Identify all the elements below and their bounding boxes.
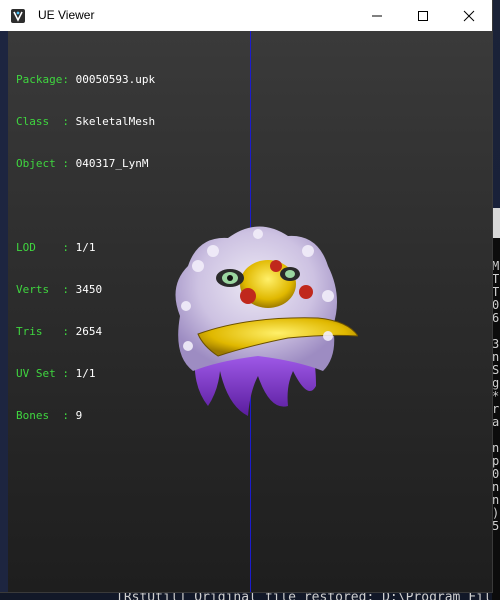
info-row-lod: LOD : 1/1 [16,241,155,255]
ue-viewer-window: UE Viewer Package: 00050593.upk Class : … [0,0,492,592]
minimize-icon [372,15,382,16]
info-row-tris: Tris : 2654 [16,325,155,339]
console-fragment: 6 [492,311,500,325]
maximize-button[interactable] [400,0,446,31]
info-row-object: Object : 040317_LynM [16,157,155,171]
info-value-verts: 3450 [75,283,103,296]
red-cheek-right [299,285,313,299]
info-row-verts: Verts : 3450 [16,283,155,297]
info-label: Bones : [16,409,76,422]
info-row-package: Package: 00050593.upk [16,73,155,87]
maximize-icon [418,10,428,21]
info-label: Package: [16,73,76,86]
ue-viewer-app-icon [10,8,26,24]
info-value-tris: 2654 [75,325,103,338]
info-label: Object : [16,157,76,170]
title-bar[interactable]: UE Viewer [0,0,492,31]
info-label: Verts : [16,283,76,296]
red-cheek-left [240,288,256,304]
info-label: Tris : [16,325,76,338]
red-ornament [270,260,282,272]
mesh-info-overlay: Package: 00050593.upk Class : SkeletalMe… [16,45,155,451]
info-value-object: 040317_LynM [75,157,149,170]
info-value-bones: 9 [75,409,83,422]
info-label: UV Set : [16,367,76,380]
info-row-class: Class : SkeletalMesh [16,115,155,129]
info-row-uvset: UV Set : 1/1 [16,367,155,381]
background-console-column: M T T 0 6 3 n Sg * r a n p 0 n n) 5 [492,208,500,600]
console-scrollbar-thumb[interactable] [492,208,500,238]
console-fragment: a [492,415,500,429]
info-value-class: SkeletalMesh [75,115,156,128]
info-label: Class : [16,115,76,128]
info-value-lod: 1/1 [75,241,96,254]
close-button[interactable] [446,0,492,31]
skeletal-mesh-lion-head [175,226,358,416]
close-icon [463,10,475,21]
window-left-edge [0,31,8,592]
3d-viewport[interactable]: Package: 00050593.upk Class : SkeletalMe… [8,31,492,592]
info-label: LOD : [16,241,76,254]
minimize-button[interactable] [354,0,400,31]
info-value-package: 00050593.upk [75,73,156,86]
info-row-bones: Bones : 9 [16,409,155,423]
info-value-uvset: 1/1 [75,367,96,380]
window-title: UE Viewer [38,8,95,22]
console-fragment: 5 [492,519,500,533]
